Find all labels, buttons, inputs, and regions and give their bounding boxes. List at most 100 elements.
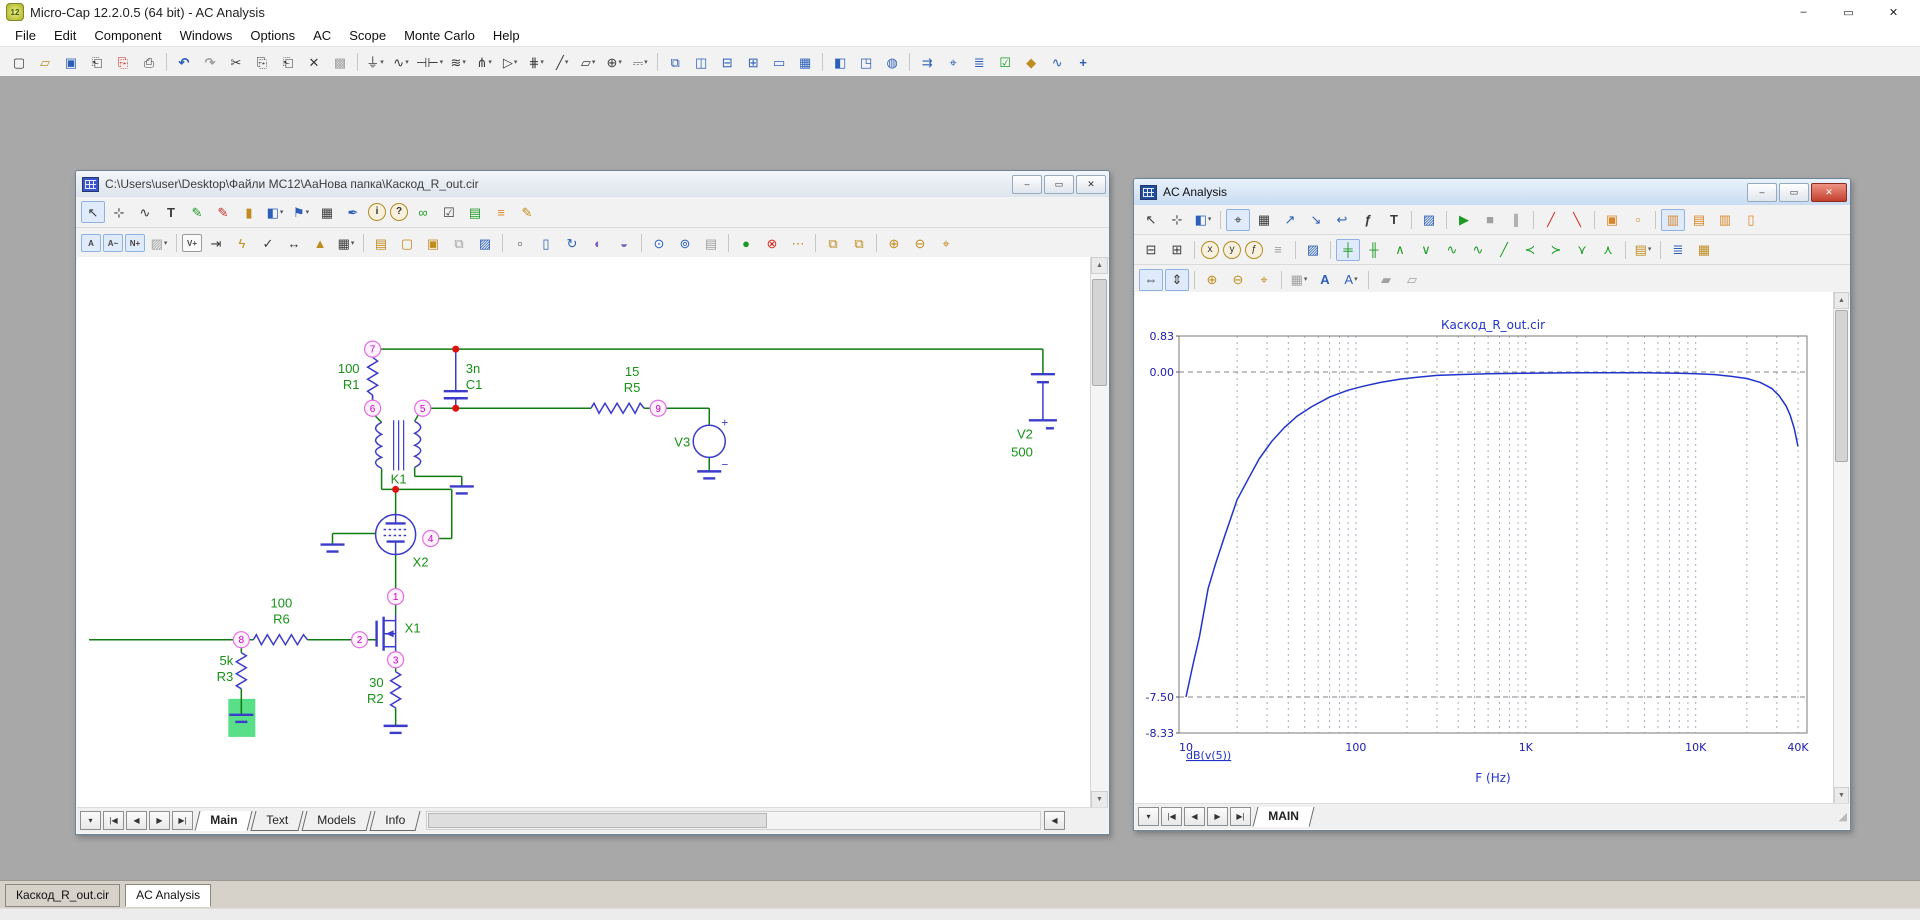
data-points-icon[interactable]: ▦: [1252, 209, 1276, 231]
attribute-text-icon[interactable]: A: [81, 234, 101, 252]
zoom-100-icon[interactable]: ⌖: [1252, 269, 1276, 291]
calculator-icon[interactable]: ▦: [793, 51, 817, 73]
menu-windows[interactable]: Windows: [171, 26, 242, 45]
schematic-titlebar[interactable]: C:\Users\user\Desktop\Файли MC12\АаНова …: [76, 171, 1109, 197]
scrollbar-thumb[interactable]: [428, 813, 767, 828]
tab-plot-main[interactable]: MAIN: [1253, 807, 1315, 827]
print-icon[interactable]: ⎙: [137, 51, 161, 73]
component-X1[interactable]: X1: [377, 615, 421, 652]
transformer-icon[interactable]: ⋕▾: [524, 51, 548, 73]
global-low-icon[interactable]: ≻: [1544, 239, 1568, 261]
pin-connections-icon[interactable]: ↔: [282, 232, 306, 254]
peak-icon[interactable]: ∧: [1388, 239, 1412, 261]
title-block-icon[interactable]: ▣: [421, 232, 445, 254]
tab-info[interactable]: Info: [370, 811, 421, 831]
sine-source-icon[interactable]: ⊕▾: [602, 51, 626, 73]
probe-icon[interactable]: ⌖: [941, 51, 965, 73]
go-first-button[interactable]: |◀: [1161, 807, 1182, 826]
redo-icon[interactable]: ↷: [198, 51, 222, 73]
resize-grip-icon[interactable]: ◢: [1839, 810, 1847, 823]
ac-minimize-button[interactable]: –: [1747, 183, 1777, 202]
inflection-icon[interactable]: ╱: [1492, 239, 1516, 261]
plot-list-button[interactable]: ▾: [1138, 807, 1159, 826]
mirror-box-icon[interactable]: ▯: [534, 232, 558, 254]
diode-icon[interactable]: ▷▾: [498, 51, 522, 73]
transistor-icon[interactable]: ⋔▾: [472, 51, 496, 73]
plot-area[interactable]: 0.830.00-7.50-8.33101001K10K40KКаскод_R_…: [1135, 292, 1834, 804]
cross-reference-icon[interactable]: ⧉: [447, 232, 471, 254]
analysis-options-icon[interactable]: +: [1071, 51, 1095, 73]
properties-icon[interactable]: ▨: [473, 232, 497, 254]
help-mode-icon[interactable]: ?: [390, 203, 408, 221]
currents-icon[interactable]: ⇥: [204, 232, 228, 254]
menu-scope[interactable]: Scope: [340, 26, 395, 45]
font-style-icon[interactable]: A▾: [1339, 269, 1363, 291]
grid-icon[interactable]: ▦▾: [334, 232, 358, 254]
find-icon[interactable]: ⊙: [647, 232, 671, 254]
slow-icon[interactable]: ⋯: [786, 232, 810, 254]
schematic-vertical-scrollbar[interactable]: ▲ ▼: [1090, 257, 1108, 808]
separate-graph-icon[interactable]: ▯: [1739, 209, 1763, 231]
scroll-up-icon[interactable]: ▲: [1091, 257, 1108, 274]
ac-analysis-window[interactable]: AC Analysis – ▭ ✕ ↖⊹◧▾⌖▦↗↘↩ƒT▨▶■∥╱╲▣▫▥▤▥…: [1133, 178, 1851, 831]
vertical-cursor-icon[interactable]: ⊞: [1165, 239, 1189, 261]
tile-vertical-icon[interactable]: ◫: [689, 51, 713, 73]
stop-sim-icon[interactable]: ⊗: [760, 232, 784, 254]
cursor-mode-icon[interactable]: ⌖: [1226, 209, 1250, 231]
info-pen-mode-icon[interactable]: ✒: [341, 201, 365, 223]
translate-icon[interactable]: ⎗: [85, 51, 109, 73]
menu-monte-carlo[interactable]: Monte Carlo: [395, 26, 484, 45]
go-to-x-icon[interactable]: x: [1201, 241, 1219, 259]
table-mode-icon[interactable]: ▦: [315, 201, 339, 223]
resistor-icon[interactable]: ∿▾: [389, 51, 413, 73]
close-button[interactable]: ✕: [1871, 0, 1916, 24]
font-icon[interactable]: A: [1313, 269, 1337, 291]
data-point-marks-icon[interactable]: ▫: [1626, 209, 1650, 231]
battery-icon[interactable]: ⎓▾: [628, 51, 652, 73]
ground-symbol[interactable]: [450, 486, 474, 493]
scroll-left-icon[interactable]: ◀: [1044, 811, 1065, 830]
select-box-icon[interactable]: ▫: [508, 232, 532, 254]
go-last-button[interactable]: ▶|: [172, 811, 193, 830]
minimize-button[interactable]: –: [1781, 0, 1826, 24]
slope-negative-icon[interactable]: ╲: [1565, 209, 1589, 231]
schematic-minimize-button[interactable]: –: [1012, 175, 1042, 194]
scale-mode-icon[interactable]: ↘: [1304, 209, 1328, 231]
zoom-area-icon[interactable]: ⌖: [934, 232, 958, 254]
color-icon[interactable]: ▨▾: [147, 232, 171, 254]
select-mode-icon[interactable]: ↖: [1139, 209, 1163, 231]
watch-icon[interactable]: ≣: [967, 51, 991, 73]
low-icon[interactable]: ∿: [1466, 239, 1490, 261]
schematic-horizontal-scrollbar[interactable]: [426, 811, 1041, 830]
one-graph-icon[interactable]: ▥: [1661, 209, 1685, 231]
top-envelope-icon[interactable]: ⋏: [1596, 239, 1620, 261]
shape-editor-icon[interactable]: ◳: [854, 51, 878, 73]
zoom-mode-icon[interactable]: ↩: [1330, 209, 1354, 231]
component-R5[interactable]: 15 R5: [591, 364, 644, 413]
global-high-icon[interactable]: ≺: [1518, 239, 1542, 261]
component-R1[interactable]: 100 R1: [338, 357, 378, 400]
horizontal-cursor-icon[interactable]: ⊟: [1139, 239, 1163, 261]
graphics-mode-icon[interactable]: ◧▾: [263, 201, 287, 223]
tile-horizontal-icon[interactable]: ⊟: [715, 51, 739, 73]
overlapped-graphs-icon[interactable]: ▥: [1713, 209, 1737, 231]
go-icon[interactable]: ●: [734, 232, 758, 254]
find-next-icon[interactable]: ⊚: [673, 232, 697, 254]
document-tab-ac-analysis[interactable]: AC Analysis: [125, 884, 211, 907]
maximize-window-icon[interactable]: ▭: [767, 51, 791, 73]
bus-mode-icon[interactable]: ▮: [237, 201, 261, 223]
component-V2[interactable]: V2 500: [1011, 374, 1057, 459]
slope-positive-icon[interactable]: ╱: [1539, 209, 1563, 231]
go-previous-button[interactable]: ◀: [126, 811, 147, 830]
document-tab-schematic[interactable]: Каскод_R_out.cir: [5, 884, 120, 907]
component-X2[interactable]: X2: [376, 514, 429, 569]
menu-edit[interactable]: Edit: [45, 26, 85, 45]
zoom-out-icon[interactable]: ⊖: [908, 232, 932, 254]
new-file-icon[interactable]: ▢: [7, 51, 31, 73]
component-C1[interactable]: 3n C1: [444, 349, 483, 408]
pause-icon[interactable]: ∥: [1504, 209, 1528, 231]
open-file-icon[interactable]: ▱: [33, 51, 57, 73]
stop-icon[interactable]: ■: [1478, 209, 1502, 231]
numeric-values-icon[interactable]: ▦: [1692, 239, 1716, 261]
region-enable-mode-icon[interactable]: ▤: [463, 201, 487, 223]
